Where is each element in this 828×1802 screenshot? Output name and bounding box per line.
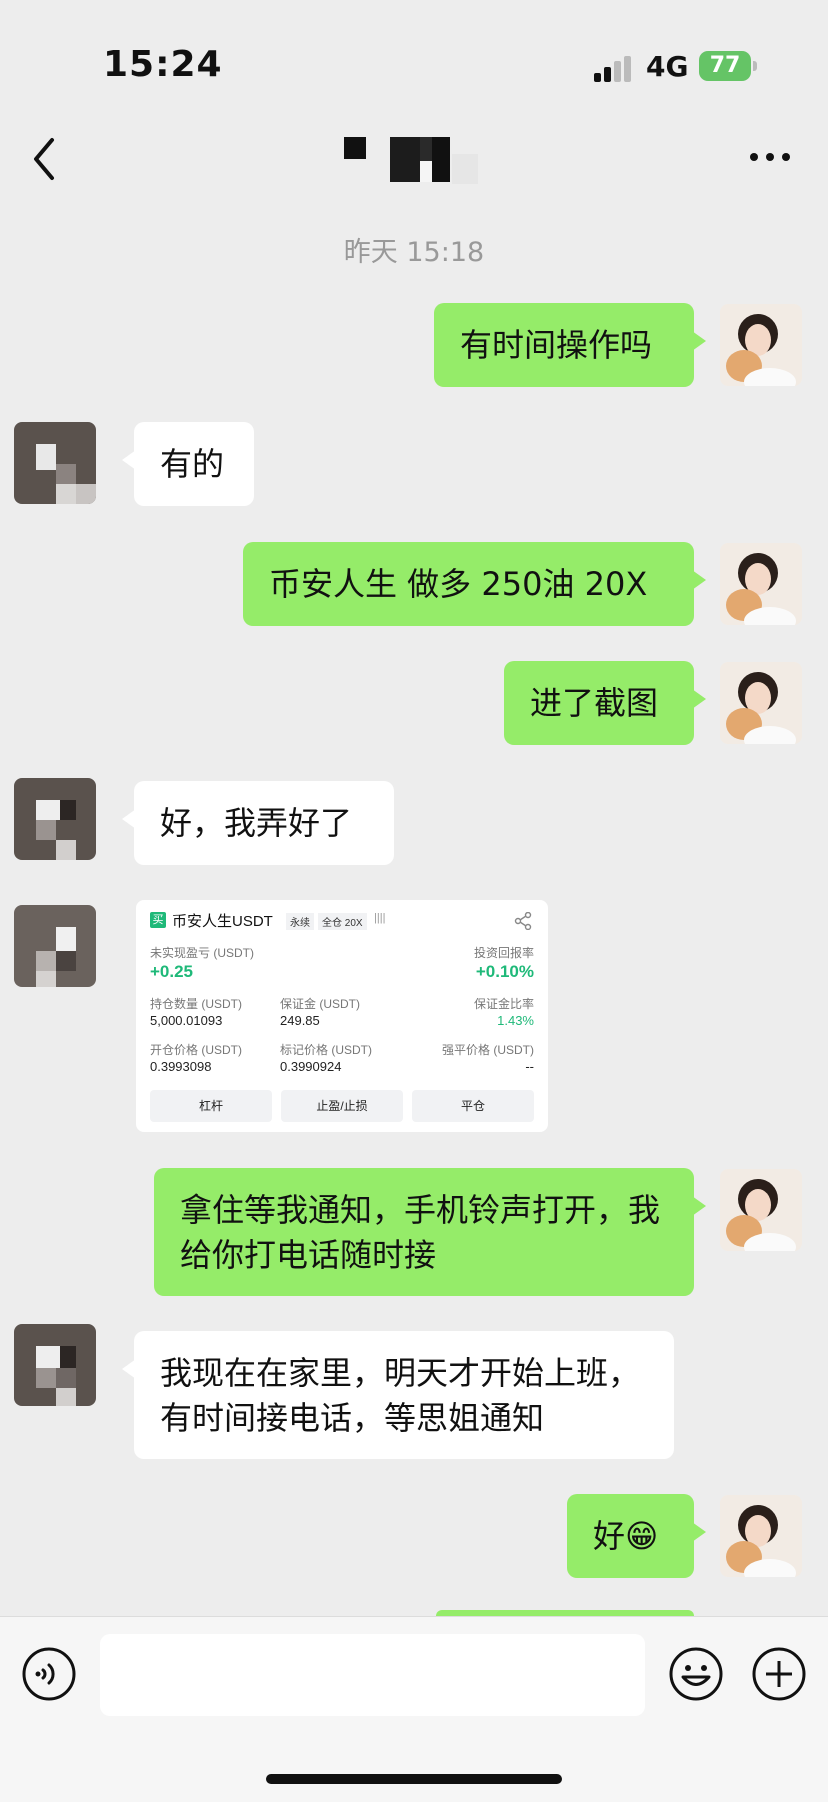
buy-badge: 买 [150,912,166,928]
tp-sl-button[interactable]: 止盈/止损 [281,1090,403,1122]
trade-screenshot-card[interactable]: 买 币安人生USDT 永续 全仓 20X |||| 未实现盈亏 (USDT) +… [136,900,548,1132]
network-type: 4G [646,50,689,83]
message-bubble-incoming[interactable]: 好，我弄好了 [122,781,394,865]
unrealized-pnl-label: 未实现盈亏 (USDT) [150,946,254,960]
user-avatar[interactable] [720,1495,802,1577]
open-price-value: 0.3993098 [150,1059,212,1074]
open-price-label: 开仓价格 (USDT) [150,1043,242,1057]
contact-name-pixelated [344,137,478,184]
margin-ratio-value: 1.43% [497,1013,534,1028]
card-symbol: 币安人生USDT [172,913,273,930]
margin-label: 保证金 (USDT) [280,997,360,1011]
voice-input-icon[interactable] [21,1646,77,1702]
message-bubble-outgoing[interactable]: 好😁 [567,1494,706,1578]
battery-cap [753,61,757,71]
margin-value: 249.85 [280,1013,320,1028]
unrealized-pnl-value: +0.25 [150,962,194,981]
message-bubble-incoming[interactable]: 有的 [122,422,254,506]
leverage-button[interactable]: 杠杆 [150,1090,272,1122]
back-arrow-icon[interactable] [30,134,60,184]
roi-label: 投资回报率 [473,946,534,960]
contact-avatar[interactable] [14,905,96,987]
message-bubble-outgoing[interactable]: 进了截图 [504,661,706,745]
liquidation-price-value: -- [525,1059,534,1074]
home-indicator[interactable] [266,1774,562,1784]
message-input[interactable] [100,1634,645,1716]
user-avatar[interactable] [720,543,802,625]
message-bubble-outgoing[interactable]: 币安人生 做多 250油 20X [243,542,706,626]
contact-avatar[interactable] [14,778,96,860]
position-qty-label: 持仓数量 (USDT) [150,997,242,1011]
user-avatar[interactable] [720,304,802,386]
mark-price-label: 标记价格 (USDT) [280,1043,372,1057]
roi-value: +0.10% [475,962,534,981]
margin-ratio-label: 保证金比率 [473,997,534,1011]
contact-avatar[interactable] [14,1324,96,1406]
user-avatar[interactable] [720,1169,802,1251]
status-time: 15:24 [103,44,223,85]
close-position-button[interactable]: 平仓 [412,1090,534,1122]
mark-price-value: 0.3990924 [280,1059,342,1074]
add-plus-icon[interactable] [751,1646,807,1702]
time-separator: 昨天 15:18 [343,237,485,268]
message-bubble-outgoing[interactable]: 拿住等我通知，手机铃声打开，我给你打电话随时接 [154,1168,706,1296]
message-bubble-incoming[interactable]: 我现在在家里，明天才开始上班，有时间接电话，等思姐通知 [122,1331,674,1459]
card-tag-cross: 全仓 20X [318,913,367,930]
position-qty-value: 5,000.01093 [150,1013,223,1028]
more-options-icon[interactable] [748,150,792,164]
contact-avatar[interactable] [14,422,96,504]
card-signal-bars: |||| [374,912,386,924]
liquidation-price-label: 强平价格 (USDT) [442,1043,534,1057]
share-icon [514,912,532,930]
user-avatar[interactable] [720,662,802,744]
emoji-icon[interactable] [668,1646,724,1702]
message-bubble-outgoing[interactable]: 有时间操作吗 [434,303,706,387]
cellular-signal-icon [594,56,631,82]
battery-icon: 77 [699,51,751,81]
card-tag-perpetual: 永续 [286,913,314,930]
